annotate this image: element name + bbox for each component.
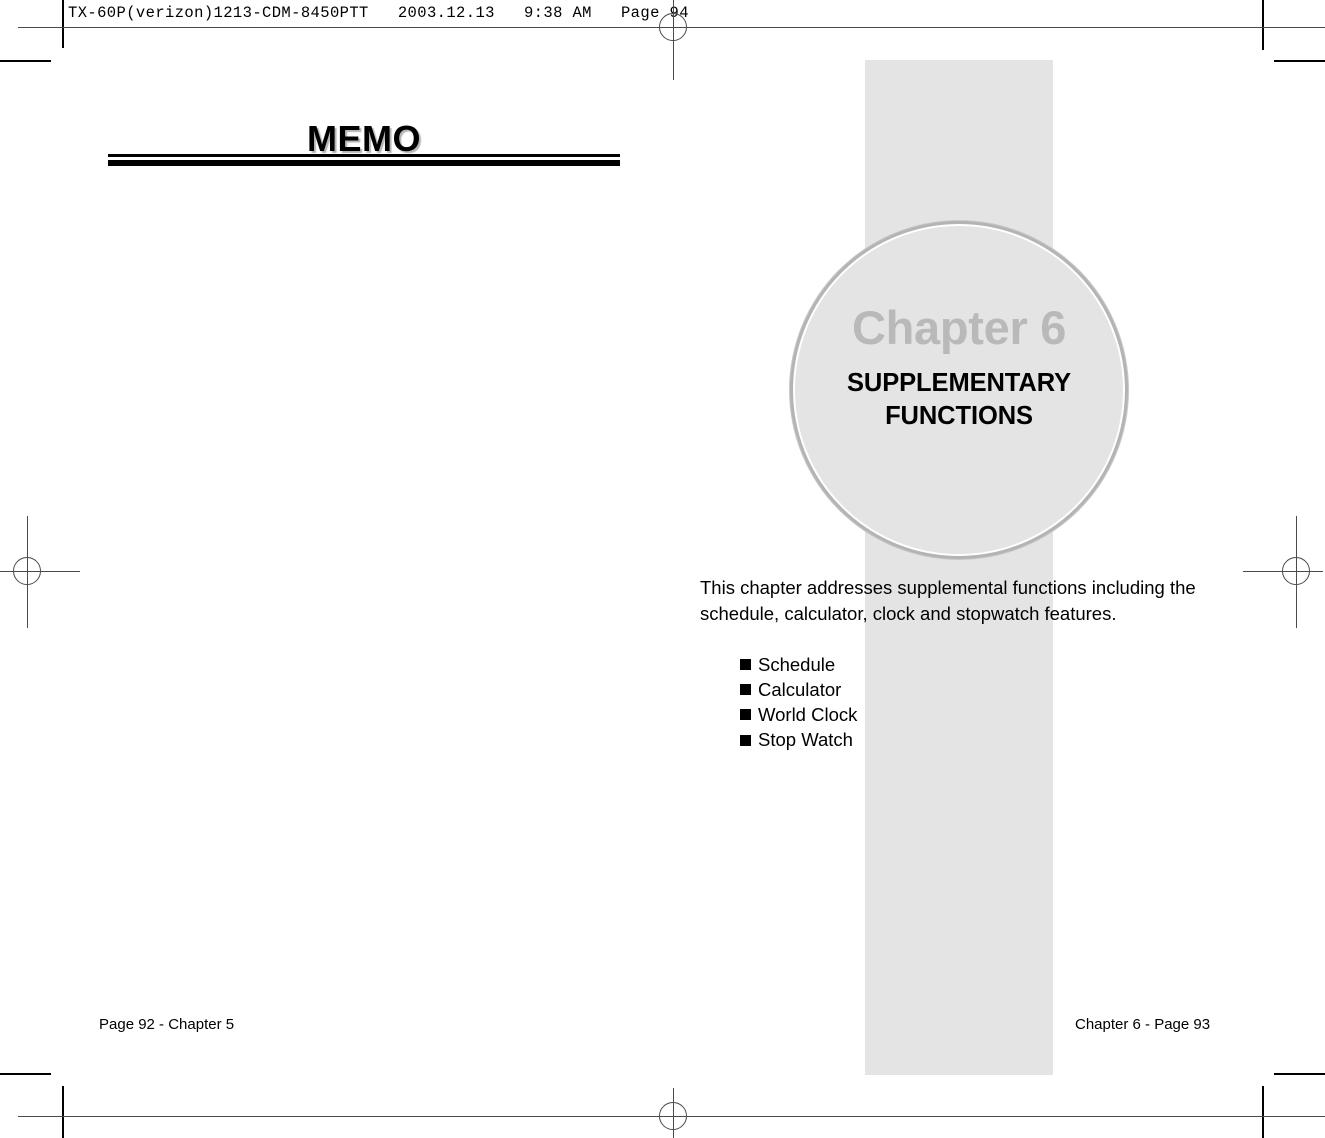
chapter-title-line-2: FUNCTIONS [885,401,1033,430]
list-item: Calculator [740,677,857,702]
crop-mark-bottom-left-horizontal [0,1073,51,1075]
chapter-number-label: Chapter 6 [851,301,1067,354]
footer-left-page-number: Page 92 - Chapter 5 [99,1016,235,1033]
crop-mark-bottom-right-horizontal [1274,1073,1325,1075]
gray-vertical-band [865,60,1053,1075]
crop-mark-bottom-left-vertical [62,1086,64,1138]
chapter-badge-circle: Chapter 6 SUPPLEMENTARY FUNCTIONS [790,221,1128,559]
crop-mark-top-left-horizontal [0,60,51,62]
crop-mark-top-right-horizontal [1274,60,1325,62]
chapter-title-line-1: SUPPLEMENTARY [847,369,1071,397]
chapter-intro-paragraph: This chapter addresses supplemental func… [700,577,1196,625]
footer-right-page-number: Chapter 6 - Page 93 [1075,1016,1211,1033]
list-item-label: World Clock [758,704,858,726]
prepress-vertical-rule [62,0,64,48]
list-item: World Clock [740,702,857,727]
square-bullet-icon [740,684,751,696]
crop-mark-bottom-right-vertical [1262,1086,1264,1138]
prepress-header-text: TX-60P(verizon)1213-CDM-8450PTT 2003.12.… [68,4,689,22]
crop-mark-top-right-vertical [1262,0,1264,50]
chapter-title-label: SUPPLEMENTARY FUNCTIONS [847,367,1071,432]
list-item-label: Stop Watch [758,729,853,751]
square-bullet-icon [740,734,751,746]
square-bullet-icon [740,709,751,721]
memo-rule-thin [108,154,620,157]
square-bullet-icon [740,659,751,671]
memo-rule-thick [108,160,620,166]
manual-page-spread: TX-60P(verizon)1213-CDM-8450PTT 2003.12.… [0,0,1325,1138]
list-item: Schedule [740,652,857,677]
list-item-label: Schedule [758,654,836,675]
chapter-feature-list: Schedule Calculator World Clock Stop Wat… [740,652,857,753]
list-item-label: Calculator [758,679,842,701]
list-item: Stop Watch [740,727,857,752]
